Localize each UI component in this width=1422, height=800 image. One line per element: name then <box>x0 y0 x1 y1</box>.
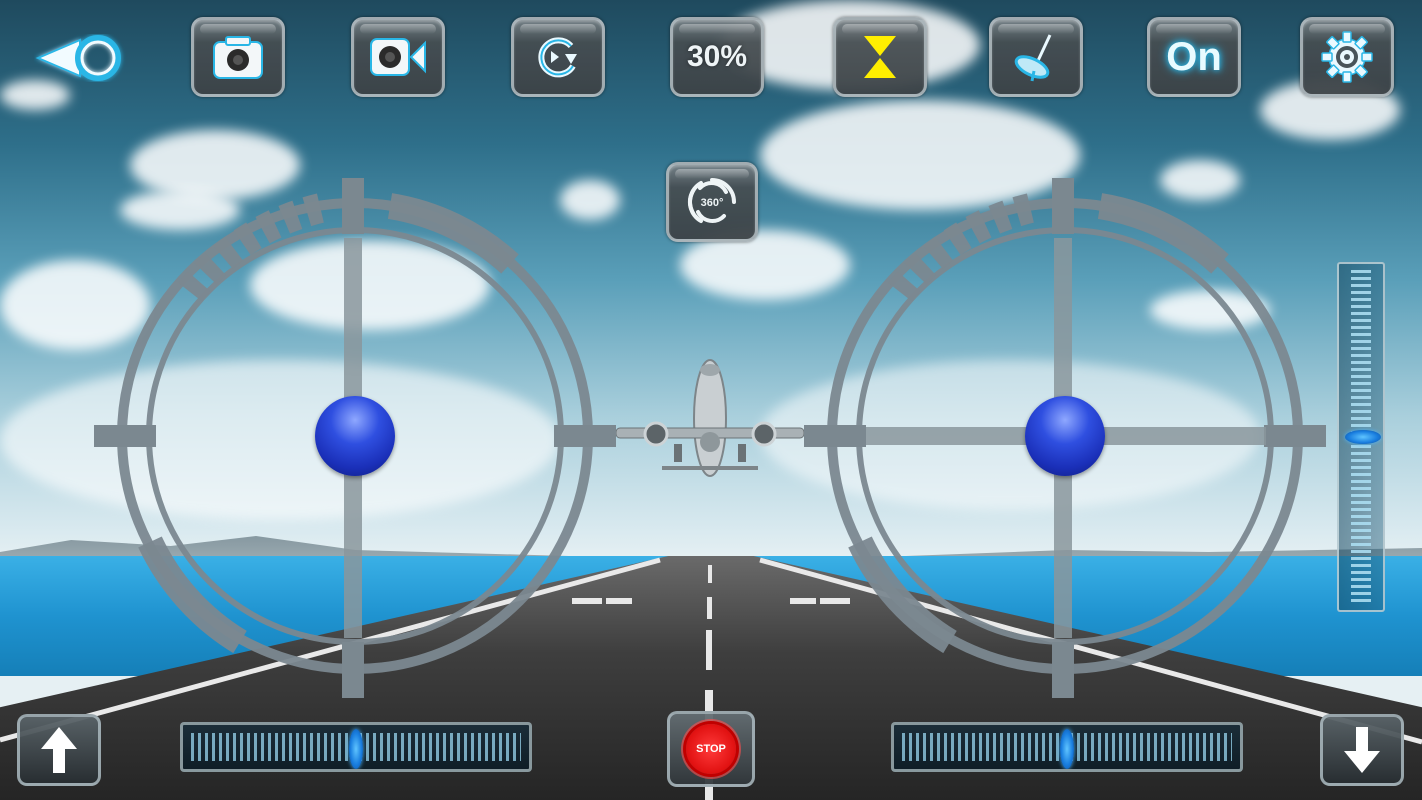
rotate-360-button[interactable]: 360° <box>666 162 758 242</box>
rotate-360-icon: 360° <box>688 178 736 224</box>
flip-button[interactable] <box>511 17 605 97</box>
back-button[interactable] <box>34 30 128 86</box>
joystick-knob-left[interactable] <box>315 396 395 476</box>
left-horizontal-trim-slider[interactable] <box>180 722 532 772</box>
right-horizontal-trim-slider[interactable] <box>891 722 1243 772</box>
vertical-trim-slider[interactable] <box>1337 262 1385 612</box>
pitch-roll-joystick[interactable] <box>800 172 1330 702</box>
arrow-up-icon <box>41 727 77 773</box>
throttle-yaw-joystick[interactable] <box>90 172 620 702</box>
left-trim-thumb[interactable] <box>349 729 363 769</box>
speed-button[interactable]: 30% <box>670 17 764 97</box>
rotate-icon <box>538 37 577 78</box>
hourglass-icon <box>864 36 896 78</box>
headless-toggle-label: On <box>1166 34 1222 79</box>
eye-back-icon <box>35 35 121 81</box>
airplane-image <box>615 359 805 477</box>
stop-label: STOP <box>696 743 726 755</box>
land-button[interactable] <box>1320 714 1404 786</box>
emergency-stop-button[interactable]: STOP <box>667 711 755 787</box>
arrow-down-icon <box>1344 727 1380 773</box>
takeoff-button[interactable] <box>17 714 101 786</box>
joystick-knob-right[interactable] <box>1025 396 1105 476</box>
gyroscope-icon <box>1014 34 1052 82</box>
altitude-hold-button[interactable] <box>833 17 927 97</box>
video-camera-icon <box>370 38 426 76</box>
stop-sign-icon: STOP <box>686 724 736 774</box>
take-photo-button[interactable] <box>191 17 285 97</box>
right-trim-thumb[interactable] <box>1060 729 1074 769</box>
gyro-calibrate-button[interactable] <box>989 17 1083 97</box>
gear-icon <box>1321 31 1373 83</box>
vertical-trim-thumb[interactable] <box>1345 430 1381 444</box>
settings-button[interactable] <box>1300 17 1394 97</box>
record-video-button[interactable] <box>351 17 445 97</box>
rotate-360-label: 360° <box>701 197 724 209</box>
camera-icon <box>213 36 263 79</box>
speed-label: 30% <box>686 40 748 73</box>
headless-toggle-button[interactable]: On <box>1147 17 1241 97</box>
